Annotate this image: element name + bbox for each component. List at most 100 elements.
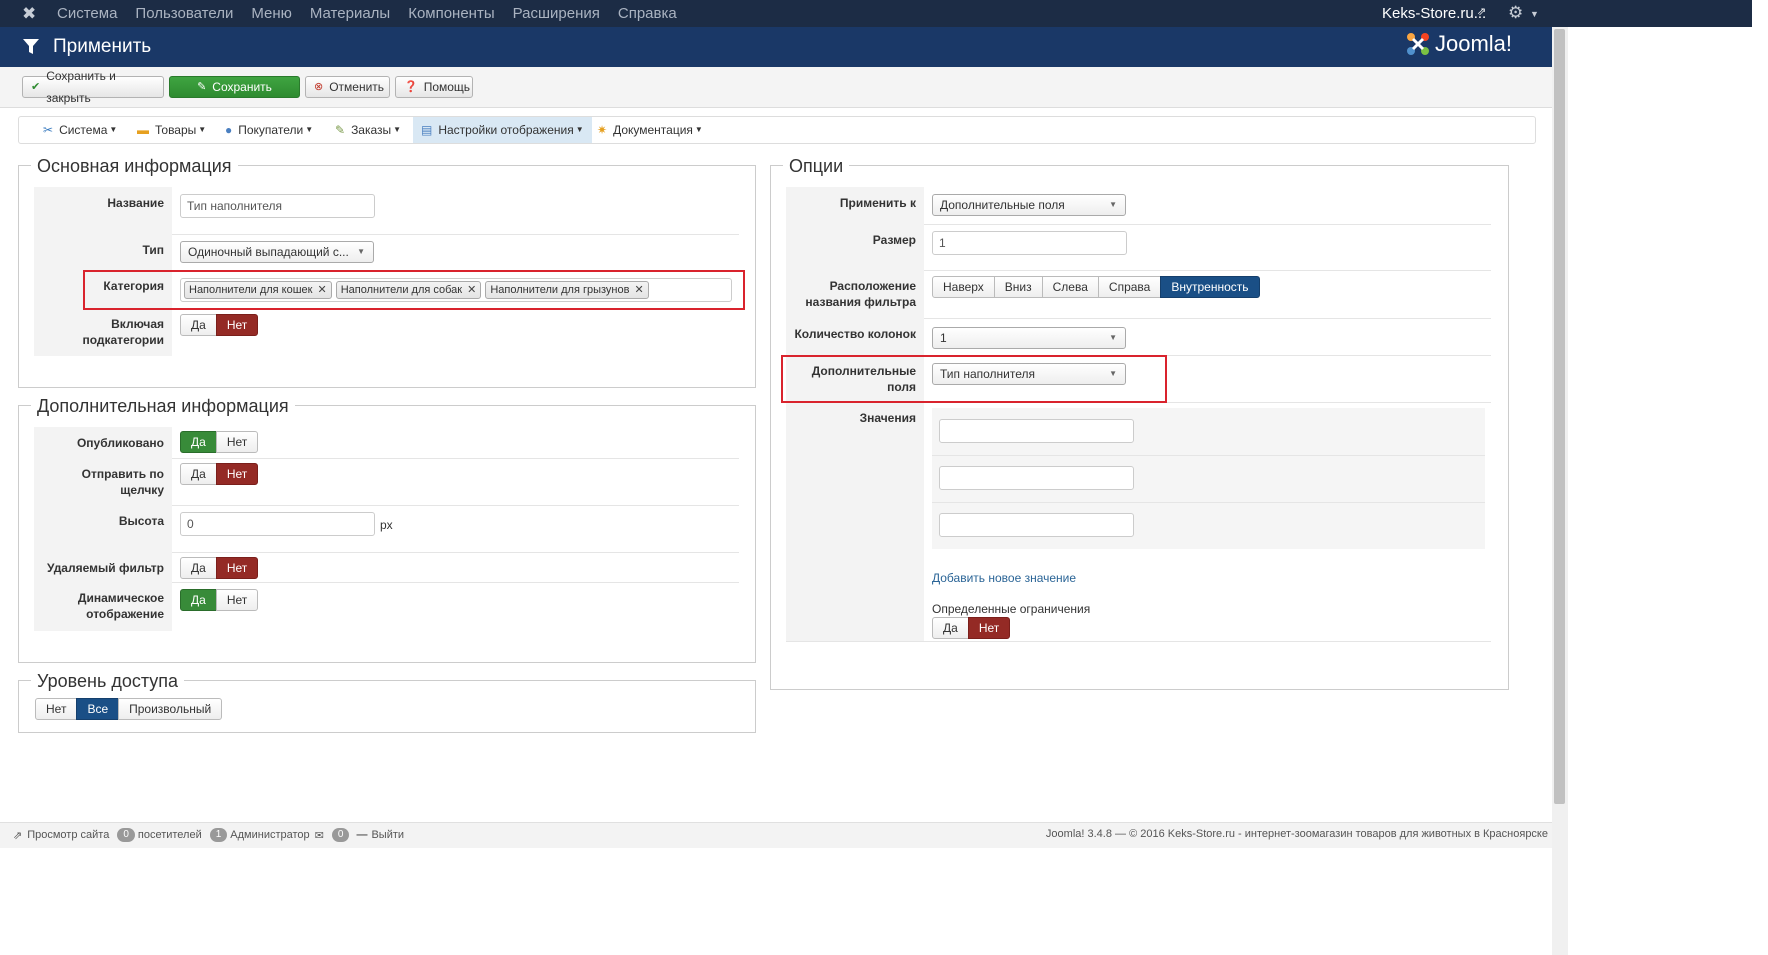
site-link[interactable]: Keks-Store.ru... [1382, 0, 1486, 27]
basic-info-legend: Основная информация [31, 156, 238, 176]
visitors-badge: 0 [117, 828, 135, 842]
page-title: Применить [53, 36, 152, 57]
tab-products[interactable]: ▬ Товары ▼ [137, 117, 206, 143]
tab-display-settings[interactable]: ▤ Настройки отображения ▼ [413, 117, 592, 143]
menu-item-users[interactable]: Пользователи [135, 0, 233, 27]
type-select[interactable]: Одиночный выпадающий с... ▼ [180, 241, 374, 263]
tab-customers[interactable]: ● Покупатели ▼ [225, 117, 313, 143]
cancel-button[interactable]: ⊗ Отменить [305, 76, 390, 98]
joomla-menu-icon[interactable]: ✖ [22, 5, 36, 22]
toolbar: ✔ Сохранить и закрыть ✎ Сохранить ⊗ Отменит… [0, 67, 1552, 108]
view-site-link[interactable]: Просмотр сайта [27, 829, 109, 841]
send-toggle: Да Нет [180, 463, 259, 485]
access-all-button[interactable]: Все [76, 698, 120, 720]
value-item [932, 455, 1485, 503]
tab-label: Документация [613, 123, 693, 137]
size-input[interactable]: 1 [932, 231, 1127, 255]
messages-badge: 0 [331, 828, 350, 842]
published-label: Опубликовано [76, 436, 164, 450]
dynamic-no-button[interactable]: Нет [215, 589, 259, 611]
menu-item-help[interactable]: Справка [618, 0, 677, 27]
menu-item-content[interactable]: Материалы [310, 0, 390, 27]
position-label: Расположение названия фильтра [805, 279, 916, 309]
removable-no-button[interactable]: Нет [215, 557, 259, 579]
admin-badge: 1 [209, 828, 228, 842]
menu-item-extensions[interactable]: Расширения [513, 0, 600, 27]
position-left-button[interactable]: Слева [1041, 276, 1099, 298]
name-input[interactable]: Тип наполнителя [180, 194, 375, 218]
component-menu: ✂ Система ▼ ▬ Товары ▼ ● Покупатели ▼ ✎ Заказы ▼… [18, 116, 1536, 144]
published-yes-button[interactable]: Да [180, 431, 217, 453]
main-menu: Система Пользователи Меню Материалы Комп… [57, 0, 695, 27]
caret-icon: ▼ [575, 125, 584, 134]
position-top-button[interactable]: Наверх [932, 276, 995, 298]
value-input[interactable] [939, 466, 1134, 490]
tab-documentation[interactable]: ✷ Документация ▼ [597, 117, 703, 143]
save-close-button[interactable]: ✔ Сохранить и закрыть [22, 69, 164, 105]
send-yes-button[interactable]: Да [180, 463, 217, 485]
orders-icon: ✎ [335, 123, 346, 137]
send-label: Отправить по щелчку [81, 467, 164, 497]
scrollbar-thumb[interactable] [1554, 29, 1565, 804]
layout-icon: ▤ [421, 123, 433, 137]
access-custom-button[interactable]: Произвольный [118, 698, 223, 720]
caret-icon: ▼ [109, 125, 118, 134]
value-input[interactable] [939, 419, 1134, 443]
help-button[interactable]: ❓ Помощь [395, 76, 473, 98]
position-row: Расположение названия фильтра Наверх Вни… [786, 270, 1491, 319]
limits-no-button[interactable]: Нет [967, 617, 1011, 639]
menu-item-system[interactable]: Система [57, 0, 117, 27]
menu-item-menus[interactable]: Меню [251, 0, 292, 27]
size-label-cell: Размер [786, 224, 924, 270]
apply-to-label: Применить к [839, 196, 916, 210]
select-arrow-icon: ▼ [357, 247, 365, 256]
chevron-down-icon[interactable]: ▼ [1530, 9, 1539, 19]
scrollbar[interactable] [1552, 27, 1568, 955]
logo-text: Joomla! [1435, 31, 1513, 56]
subcat-no-button[interactable]: Нет [215, 314, 259, 336]
tab-system[interactable]: ✂ Система ▼ [43, 117, 117, 143]
cancel-label: Отменить [329, 80, 385, 94]
apply-to-select[interactable]: Дополнительные поля ▼ [932, 194, 1126, 216]
values-label: Значения [859, 411, 916, 425]
tab-orders[interactable]: ✎ Заказы ▼ [335, 117, 401, 143]
height-input[interactable]: 0 [180, 512, 375, 536]
tab-label: Покупатели [238, 123, 304, 137]
subcat-yes-button[interactable]: Да [180, 314, 217, 336]
apply-to-row: Применить к Дополнительные поля ▼ [786, 187, 1491, 225]
caret-icon: ▼ [393, 125, 402, 134]
removable-yes-button[interactable]: Да [180, 557, 217, 579]
columns-select[interactable]: 1 ▼ [932, 327, 1126, 349]
status-left: ⇗ Просмотр сайта 0 посетителей 1 Админис… [13, 828, 404, 842]
columns-label: Количество колонок [794, 327, 916, 341]
name-label-cell: Название [34, 187, 172, 234]
gear-icon[interactable]: ⚙ [1508, 3, 1523, 23]
menu-item-components[interactable]: Компоненты [408, 0, 494, 27]
value-input[interactable] [939, 513, 1134, 537]
dynamic-yes-button[interactable]: Да [180, 589, 217, 611]
access-none-button[interactable]: Нет [35, 698, 78, 720]
visitors-label: посетителей [137, 829, 202, 841]
logout-link[interactable]: Выйти [371, 829, 404, 841]
type-select-value: Одиночный выпадающий с... [188, 245, 349, 259]
dynamic-label-cell: Динамическое отображение [34, 582, 172, 631]
edit-icon: ✎ [197, 81, 207, 93]
position-inside-button[interactable]: Внутренность [1160, 276, 1260, 298]
save-button[interactable]: ✎ Сохранить [169, 76, 300, 98]
minus-icon: — [356, 829, 368, 841]
height-label-cell: Высота [34, 505, 172, 552]
admin-label: Администратор [230, 829, 310, 841]
caret-icon: ▼ [305, 125, 314, 134]
values-label-cell: Значения [786, 402, 924, 641]
extra-info-legend: Дополнительная информация [31, 396, 295, 416]
send-no-button[interactable]: Нет [215, 463, 259, 485]
position-right-button[interactable]: Справа [1097, 276, 1162, 298]
check-icon: ✔ [31, 81, 41, 93]
add-value-link[interactable]: Добавить новое значение [932, 571, 1076, 585]
position-bottom-button[interactable]: Вниз [993, 276, 1043, 298]
title-bar: Применить Joomla! [0, 27, 1552, 67]
limits-yes-button[interactable]: Да [932, 617, 969, 639]
funnel-icon [23, 39, 39, 54]
published-no-button[interactable]: Нет [215, 431, 259, 453]
external-link-icon: ⇗ [1477, 6, 1487, 18]
